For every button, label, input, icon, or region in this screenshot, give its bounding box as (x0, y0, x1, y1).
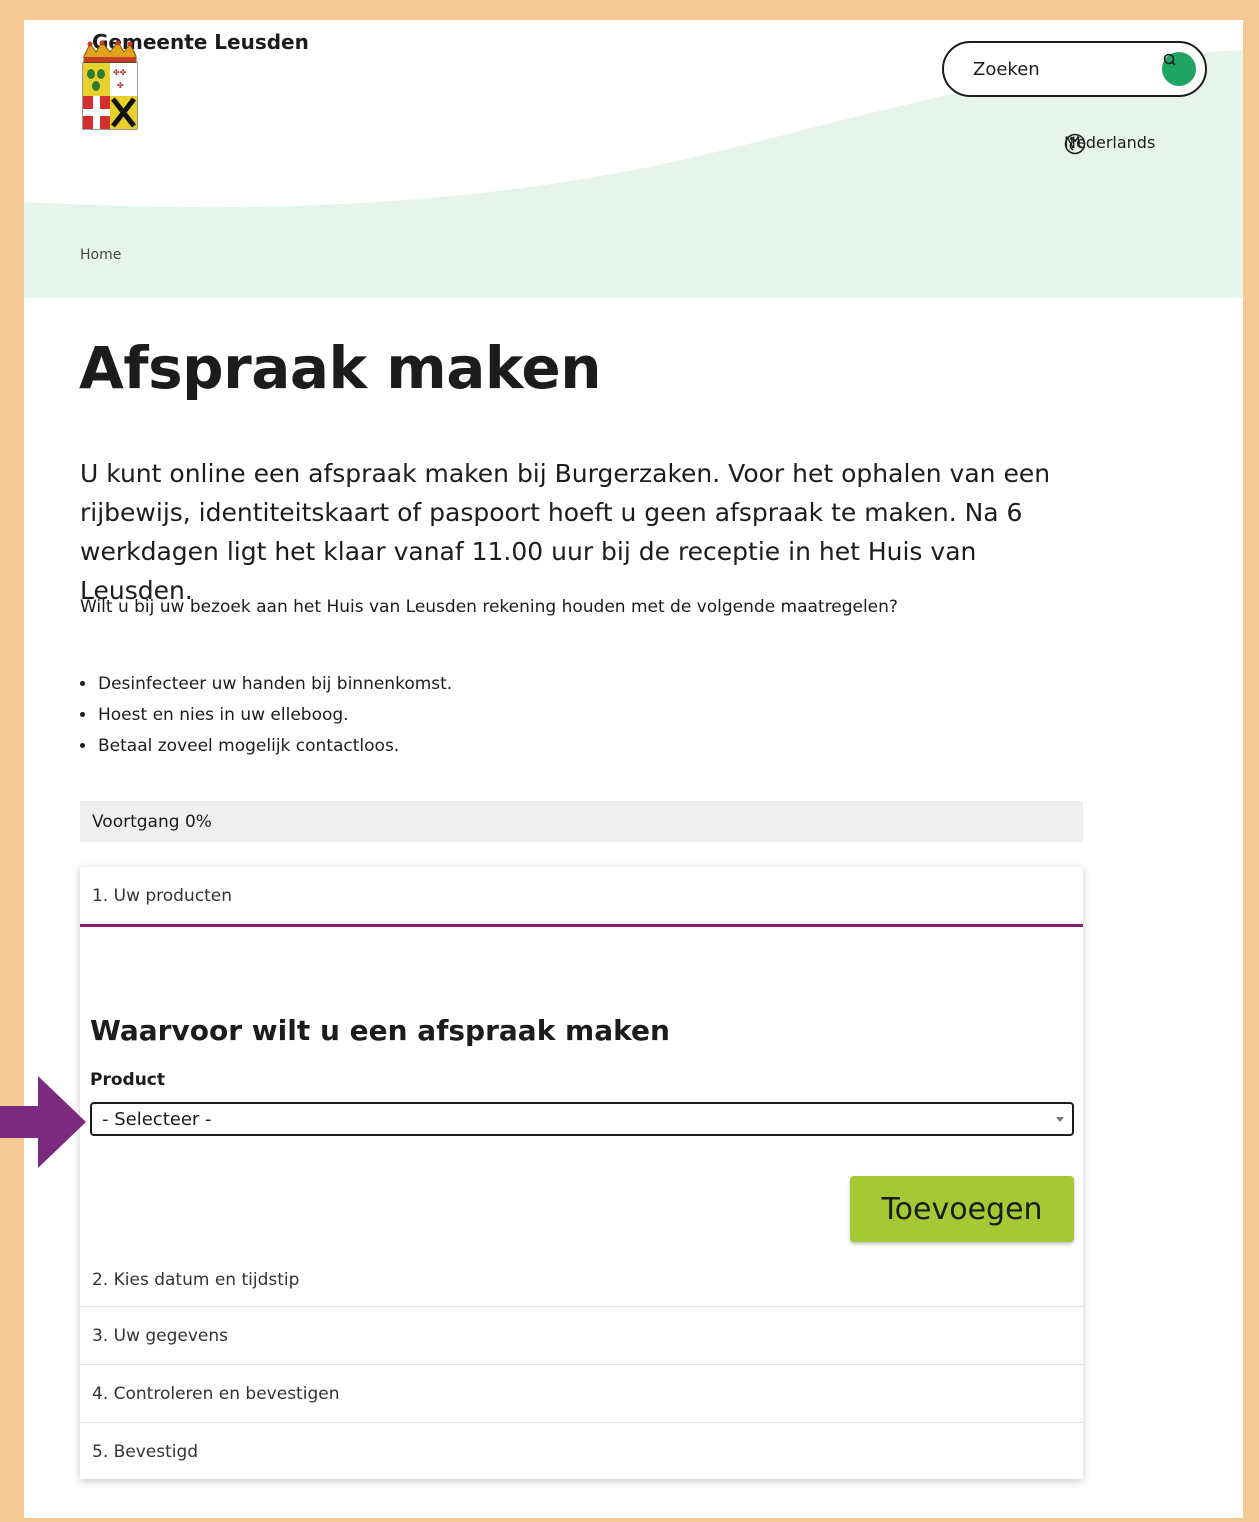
step-date-time[interactable]: 2. Kies datum en tijdstip (80, 1254, 1083, 1306)
search-box (942, 41, 1207, 97)
search-button[interactable] (1162, 52, 1196, 86)
list-item: Desinfecteer uw handen bij binnenkomst. (80, 668, 452, 699)
language-selector[interactable]: Nederlands (1064, 133, 1155, 155)
progress-bar: Voortgang 0% (80, 801, 1083, 842)
intro-text: U kunt online een afspraak maken bij Bur… (80, 459, 1051, 605)
svg-text:✤✤: ✤✤ (113, 68, 127, 77)
measures-list: Desinfecteer uw handen bij binnenkomst. … (80, 668, 452, 761)
product-select[interactable]: - Selecteer - (90, 1102, 1074, 1136)
step-review-confirm[interactable]: 4. Controleren en bevestigen (80, 1364, 1083, 1422)
svg-text:✤: ✤ (117, 81, 124, 90)
list-item: Betaal zoveel mogelijk contactloos. (80, 730, 452, 761)
bullet-icon (80, 712, 85, 717)
chevron-down-icon (1070, 136, 1080, 143)
measures-note: Wilt u bij uw bezoek aan het Huis van Le… (80, 597, 898, 617)
bullet-icon (80, 681, 85, 686)
bullet-icon (80, 743, 85, 748)
dropdown-caret-icon (1056, 1117, 1064, 1122)
coat-of-arms-icon: ✤✤ ✤ (82, 40, 138, 130)
progress-label: Voortgang 0% (92, 811, 212, 832)
page-title: Afspraak maken (79, 334, 602, 402)
product-label: Product (90, 1070, 165, 1090)
search-input[interactable] (973, 58, 1153, 80)
step-your-details[interactable]: 3. Uw gegevens (80, 1306, 1083, 1364)
product-select-value: - Selecteer - (102, 1108, 212, 1130)
list-item: Hoest en nies in uw elleboog. (80, 699, 452, 730)
step-confirmed[interactable]: 5. Bevestigd (80, 1422, 1083, 1480)
search-icon (1163, 53, 1176, 66)
pointer-arrow-icon (0, 1076, 86, 1168)
add-product-button[interactable]: Toevoegen (850, 1176, 1074, 1242)
page-frame: ✤✤ ✤ Gemeente Leusden Zoeken Nederlands … (24, 20, 1243, 1518)
breadcrumb-home[interactable]: Home (80, 247, 121, 263)
step-products-header[interactable]: 1. Uw producten (80, 867, 1083, 927)
header: ✤✤ ✤ Gemeente Leusden Zoeken Nederlands … (24, 20, 1243, 298)
form-title: Waarvoor wilt u een afspraak maken (90, 1014, 670, 1047)
appointment-steps: 1. Uw producten Waarvoor wilt u een afsp… (80, 867, 1083, 1479)
step-products-body: Waarvoor wilt u een afspraak maken Produ… (80, 927, 1083, 1254)
municipality-logo[interactable]: ✤✤ ✤ Gemeente Leusden (80, 30, 309, 130)
